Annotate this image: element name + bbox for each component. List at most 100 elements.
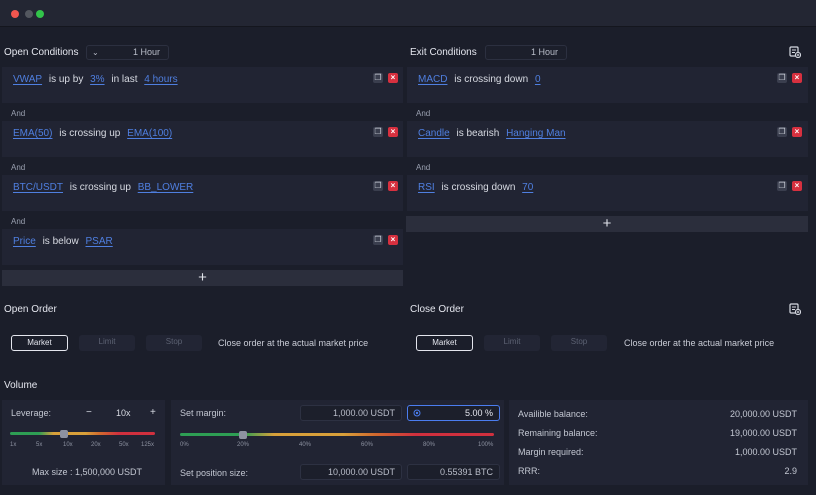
margin-tick: 80% [423, 442, 436, 448]
close-order-stop-button[interactable]: Stop [551, 335, 607, 351]
delete-icon[interactable]: × [388, 235, 398, 245]
and-label: And [416, 109, 431, 118]
margin-percent-input[interactable]: 5.00 % [407, 405, 500, 421]
condition-operator: in last [111, 74, 138, 85]
margin-tick: 40% [299, 442, 312, 448]
value-link[interactable]: EMA(100) [127, 128, 172, 139]
condition-operator: is up by [48, 74, 84, 85]
leverage-tick: 5x [36, 442, 43, 448]
exit-condition-row-3: RSI is crossing down 70 ❐ × [407, 175, 808, 211]
margin-required-label: Margin required: [518, 447, 584, 457]
margin-panel: Set margin: 1,000.00 USDT 5.00 % 0% 20% … [171, 400, 504, 485]
open-order-stop-button[interactable]: Stop [146, 335, 202, 351]
delete-icon[interactable]: × [388, 181, 398, 191]
indicator-link[interactable]: Price [13, 236, 36, 247]
leverage-tick: 10x [63, 442, 73, 448]
delete-icon[interactable]: × [792, 73, 802, 83]
leverage-label: Leverage: [11, 408, 52, 418]
open-order-limit-button[interactable]: Limit [79, 335, 135, 351]
and-label: And [416, 163, 431, 172]
and-label: And [11, 163, 26, 172]
value-link[interactable]: 70 [522, 182, 533, 193]
delete-icon[interactable]: × [388, 127, 398, 137]
available-balance-label: Availible balance: [518, 409, 588, 419]
volume-title: Volume [4, 380, 38, 391]
open-timeframe-select[interactable]: ⌄ 1 Hour [86, 45, 169, 60]
leverage-value[interactable]: 10x [116, 408, 131, 418]
window-titlebar [0, 0, 816, 27]
close-order-title: Close Order [410, 304, 464, 315]
minimize-window-dot[interactable] [25, 10, 33, 18]
indicator-link[interactable]: MACD [418, 74, 447, 85]
close-order-market-button[interactable]: Market [416, 335, 473, 351]
rrr-label: RRR: [518, 466, 540, 476]
margin-tick: 0% [180, 442, 189, 448]
value-link[interactable]: BB_LOWER [138, 182, 194, 193]
margin-slider[interactable] [180, 433, 494, 436]
indicator-link[interactable]: Candle [418, 128, 450, 139]
leverage-tick: 1x [10, 442, 17, 448]
remaining-balance-label: Remaining balance: [518, 428, 598, 438]
leverage-panel: Leverage: − 10x + 1x 5x 10x 20x 50x 125x… [2, 400, 165, 485]
open-timeframe-value: 1 Hour [132, 47, 160, 57]
value-link[interactable]: 3% [90, 74, 104, 85]
maximize-window-dot[interactable] [36, 10, 44, 18]
add-exit-condition-button[interactable]: + [406, 216, 808, 232]
open-order-description: Close order at the actual market price [218, 338, 369, 348]
copy-icon[interactable]: ❐ [373, 235, 383, 245]
add-open-condition-button[interactable]: + [2, 270, 403, 286]
open-order-market-button[interactable]: Market [11, 335, 68, 351]
exit-timeframe-select[interactable]: 1 Hour [485, 45, 567, 60]
condition-operator: is crossing up [69, 182, 131, 193]
period-link[interactable]: 4 hours [144, 74, 177, 85]
copy-icon[interactable]: ❐ [777, 73, 787, 83]
indicator-link[interactable]: BTC/USDT [13, 182, 63, 193]
copy-icon[interactable]: ❐ [777, 127, 787, 137]
and-label: And [11, 109, 26, 118]
exit-timeframe-value: 1 Hour [530, 47, 558, 57]
exit-conditions-title: Exit Conditions [410, 47, 477, 58]
leverage-slider-handle[interactable] [60, 430, 69, 438]
rrr-value: 2.9 [784, 466, 797, 476]
margin-amount-input[interactable]: 1,000.00 USDT [300, 405, 402, 421]
position-size-btc-input[interactable]: 0.55391 BTC [407, 464, 500, 480]
indicator-link[interactable]: RSI [418, 182, 435, 193]
close-order-limit-button[interactable]: Limit [484, 335, 540, 351]
add-rule-icon[interactable] [789, 46, 801, 58]
copy-icon[interactable]: ❐ [373, 73, 383, 83]
max-size-text: Max size : 1,500,000 USDT [32, 467, 143, 477]
margin-tick: 60% [361, 442, 374, 448]
condition-operator: is below [42, 236, 79, 247]
condition-operator: is crossing down [441, 182, 516, 193]
delete-icon[interactable]: × [792, 127, 802, 137]
leverage-decrement-button[interactable]: − [86, 407, 92, 418]
leverage-slider[interactable] [10, 432, 155, 435]
copy-icon[interactable]: ❐ [373, 127, 383, 137]
leverage-increment-button[interactable]: + [150, 407, 156, 418]
copy-icon[interactable]: ❐ [373, 181, 383, 191]
chevron-down-icon: ⌄ [92, 48, 99, 57]
value-link[interactable]: PSAR [86, 236, 113, 247]
remaining-balance-value: 19,000.00 USDT [729, 428, 797, 438]
margin-required-value: 1,000.00 USDT [734, 447, 797, 457]
value-link[interactable]: 0 [535, 74, 541, 85]
close-window-dot[interactable] [11, 10, 19, 18]
condition-operator: is bearish [456, 128, 500, 139]
indicator-link[interactable]: VWAP [13, 74, 42, 85]
copy-icon[interactable]: ❐ [777, 181, 787, 191]
open-condition-row-3: BTC/USDT is crossing up BB_LOWER ❐ × [2, 175, 403, 211]
close-order-description: Close order at the actual market price [624, 338, 775, 348]
margin-tick: 20% [237, 442, 250, 448]
condition-operator: is crossing up [59, 128, 121, 139]
add-rule-icon[interactable] [789, 303, 801, 315]
exit-condition-row-2: Candle is bearish Hanging Man ❐ × [407, 121, 808, 157]
delete-icon[interactable]: × [792, 181, 802, 191]
position-size-usdt-input[interactable]: 10,000.00 USDT [300, 464, 402, 480]
delete-icon[interactable]: × [388, 73, 398, 83]
condition-operator: is crossing down [454, 74, 529, 85]
open-condition-row-4: Price is below PSAR ❐ × [2, 229, 403, 265]
margin-slider-handle[interactable] [238, 431, 247, 439]
value-link[interactable]: Hanging Man [506, 128, 565, 139]
indicator-link[interactable]: EMA(50) [13, 128, 52, 139]
exit-condition-row-1: MACD is crossing down 0 ❐ × [407, 67, 808, 103]
